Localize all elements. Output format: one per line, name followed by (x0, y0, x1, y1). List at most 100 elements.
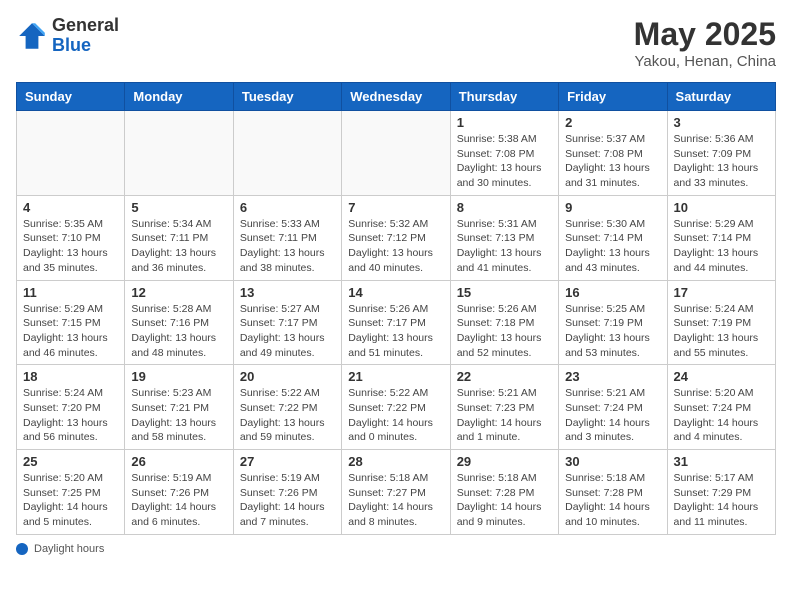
day-of-week-header: Monday (125, 83, 233, 111)
day-number: 10 (674, 200, 769, 215)
calendar-cell: 31 Sunrise: 5:17 AMSunset: 7:29 PMDayligh… (667, 450, 775, 535)
day-of-week-header: Thursday (450, 83, 558, 111)
day-info: Sunrise: 5:32 AMSunset: 7:12 PMDaylight:… (348, 217, 443, 276)
calendar-cell: 12 Sunrise: 5:28 AMSunset: 7:16 PMDayligh… (125, 280, 233, 365)
calendar-cell: 20 Sunrise: 5:22 AMSunset: 7:22 PMDayligh… (233, 365, 341, 450)
day-info: Sunrise: 5:28 AMSunset: 7:16 PMDaylight:… (131, 302, 226, 361)
day-number: 2 (565, 115, 660, 130)
calendar-cell (342, 111, 450, 196)
calendar-cell: 2 Sunrise: 5:37 AMSunset: 7:08 PMDaylight… (559, 111, 667, 196)
calendar-cell: 18Sunrise: 5:24 AMSunset: 7:20 PMDayligh… (17, 365, 125, 450)
calendar-cell: 8Sunrise: 5:31 AMSunset: 7:13 PMDaylight… (450, 195, 558, 280)
day-number: 12 (131, 285, 226, 300)
day-number: 6 (240, 200, 335, 215)
footer-label: Daylight hours (34, 543, 104, 555)
day-info: Sunrise: 5:36 AMSunset: 7:09 PMDaylight:… (674, 132, 769, 191)
day-number: 16 (565, 285, 660, 300)
logo-icon (16, 20, 48, 52)
day-number: 22 (457, 369, 552, 384)
calendar-cell: 17Sunrise: 5:24 AMSunset: 7:19 PMDayligh… (667, 280, 775, 365)
calendar-cell: 3 Sunrise: 5:36 AMSunset: 7:09 PMDaylight… (667, 111, 775, 196)
calendar-footer: Daylight hours (16, 543, 776, 555)
calendar-cell: 16 Sunrise: 5:25 AMSunset: 7:19 PMDayligh… (559, 280, 667, 365)
day-number: 19 (131, 369, 226, 384)
day-info: Sunrise: 5:26 AMSunset: 7:17 PMDaylight:… (348, 302, 443, 361)
day-info: Sunrise: 5:21 AMSunset: 7:23 PMDaylight:… (457, 386, 552, 445)
calendar-cell: 25Sunrise: 5:20 AMSunset: 7:25 PMDayligh… (17, 450, 125, 535)
calendar-body: 1Sunrise: 5:38 AMSunset: 7:08 PMDaylight… (17, 111, 776, 535)
calendar-cell: 21Sunrise: 5:22 AMSunset: 7:22 PMDayligh… (342, 365, 450, 450)
calendar-week-row: 11 Sunrise: 5:29 AMSunset: 7:15 PMDayligh… (17, 280, 776, 365)
day-number: 17 (674, 285, 769, 300)
day-of-week-header: Friday (559, 83, 667, 111)
calendar-cell: 5 Sunrise: 5:34 AMSunset: 7:11 PMDaylight… (125, 195, 233, 280)
calendar-cell: 1Sunrise: 5:38 AMSunset: 7:08 PMDaylight… (450, 111, 558, 196)
day-number: 5 (131, 200, 226, 215)
calendar-cell (17, 111, 125, 196)
day-info: Sunrise: 5:29 AMSunset: 7:15 PMDaylight:… (23, 302, 118, 361)
calendar-cell: 4 Sunrise: 5:35 AMSunset: 7:10 PMDaylight… (17, 195, 125, 280)
day-of-week-header: Sunday (17, 83, 125, 111)
page-header: General Blue May 2025 Yakou, Henan, Chin… (16, 16, 776, 70)
day-number: 4 (23, 200, 118, 215)
day-info: Sunrise: 5:33 AMSunset: 7:11 PMDaylight:… (240, 217, 335, 276)
calendar-cell: 6 Sunrise: 5:33 AMSunset: 7:11 PMDaylight… (233, 195, 341, 280)
day-number: 3 (674, 115, 769, 130)
day-info: Sunrise: 5:30 AMSunset: 7:14 PMDaylight:… (565, 217, 660, 276)
day-info: Sunrise: 5:19 AMSunset: 7:26 PMDaylight:… (240, 471, 335, 530)
day-info: Sunrise: 5:20 AMSunset: 7:25 PMDaylight:… (23, 471, 118, 530)
calendar-cell: 22 Sunrise: 5:21 AMSunset: 7:23 PMDayligh… (450, 365, 558, 450)
day-number: 24 (674, 369, 769, 384)
day-number: 20 (240, 369, 335, 384)
day-number: 9 (565, 200, 660, 215)
calendar-week-row: 1Sunrise: 5:38 AMSunset: 7:08 PMDaylight… (17, 111, 776, 196)
calendar-week-row: 18Sunrise: 5:24 AMSunset: 7:20 PMDayligh… (17, 365, 776, 450)
day-info: Sunrise: 5:19 AMSunset: 7:26 PMDaylight:… (131, 471, 226, 530)
day-number: 14 (348, 285, 443, 300)
title-block: May 2025 Yakou, Henan, China (634, 16, 776, 70)
calendar-cell (125, 111, 233, 196)
day-number: 13 (240, 285, 335, 300)
calendar-cell (233, 111, 341, 196)
day-info: Sunrise: 5:25 AMSunset: 7:19 PMDaylight:… (565, 302, 660, 361)
day-number: 31 (674, 454, 769, 469)
day-info: Sunrise: 5:20 AMSunset: 7:24 PMDaylight:… (674, 386, 769, 445)
day-info: Sunrise: 5:29 AMSunset: 7:14 PMDaylight:… (674, 217, 769, 276)
calendar-cell: 24 Sunrise: 5:20 AMSunset: 7:24 PMDayligh… (667, 365, 775, 450)
day-number: 18 (23, 369, 118, 384)
day-info: Sunrise: 5:35 AMSunset: 7:10 PMDaylight:… (23, 217, 118, 276)
logo-text: General Blue (52, 16, 119, 56)
days-of-week-row: SundayMondayTuesdayWednesdayThursdayFrid… (17, 83, 776, 111)
day-number: 23 (565, 369, 660, 384)
calendar-cell: 11 Sunrise: 5:29 AMSunset: 7:15 PMDayligh… (17, 280, 125, 365)
day-info: Sunrise: 5:26 AMSunset: 7:18 PMDaylight:… (457, 302, 552, 361)
calendar-cell: 7Sunrise: 5:32 AMSunset: 7:12 PMDaylight… (342, 195, 450, 280)
day-number: 1 (457, 115, 552, 130)
calendar-cell: 30 Sunrise: 5:18 AMSunset: 7:28 PMDayligh… (559, 450, 667, 535)
day-info: Sunrise: 5:22 AMSunset: 7:22 PMDaylight:… (240, 386, 335, 445)
day-info: Sunrise: 5:18 AMSunset: 7:28 PMDaylight:… (457, 471, 552, 530)
calendar-week-row: 25Sunrise: 5:20 AMSunset: 7:25 PMDayligh… (17, 450, 776, 535)
calendar-table: SundayMondayTuesdayWednesdayThursdayFrid… (16, 82, 776, 535)
day-info: Sunrise: 5:27 AMSunset: 7:17 PMDaylight:… (240, 302, 335, 361)
calendar-cell: 27 Sunrise: 5:19 AMSunset: 7:26 PMDayligh… (233, 450, 341, 535)
calendar-cell: 19Sunrise: 5:23 AMSunset: 7:21 PMDayligh… (125, 365, 233, 450)
calendar-cell: 15Sunrise: 5:26 AMSunset: 7:18 PMDayligh… (450, 280, 558, 365)
calendar-cell: 13 Sunrise: 5:27 AMSunset: 7:17 PMDayligh… (233, 280, 341, 365)
page-title: May 2025 (634, 16, 776, 53)
day-number: 30 (565, 454, 660, 469)
day-info: Sunrise: 5:17 AMSunset: 7:29 PMDaylight:… (674, 471, 769, 530)
logo: General Blue (16, 16, 119, 56)
day-of-week-header: Tuesday (233, 83, 341, 111)
day-info: Sunrise: 5:18 AMSunset: 7:28 PMDaylight:… (565, 471, 660, 530)
calendar-header: SundayMondayTuesdayWednesdayThursdayFrid… (17, 83, 776, 111)
day-number: 28 (348, 454, 443, 469)
day-info: Sunrise: 5:37 AMSunset: 7:08 PMDaylight:… (565, 132, 660, 191)
day-number: 11 (23, 285, 118, 300)
calendar-cell: 10 Sunrise: 5:29 AMSunset: 7:14 PMDayligh… (667, 195, 775, 280)
calendar-cell: 29Sunrise: 5:18 AMSunset: 7:28 PMDayligh… (450, 450, 558, 535)
footer-dot-icon (16, 543, 28, 555)
day-number: 27 (240, 454, 335, 469)
day-info: Sunrise: 5:34 AMSunset: 7:11 PMDaylight:… (131, 217, 226, 276)
day-number: 26 (131, 454, 226, 469)
